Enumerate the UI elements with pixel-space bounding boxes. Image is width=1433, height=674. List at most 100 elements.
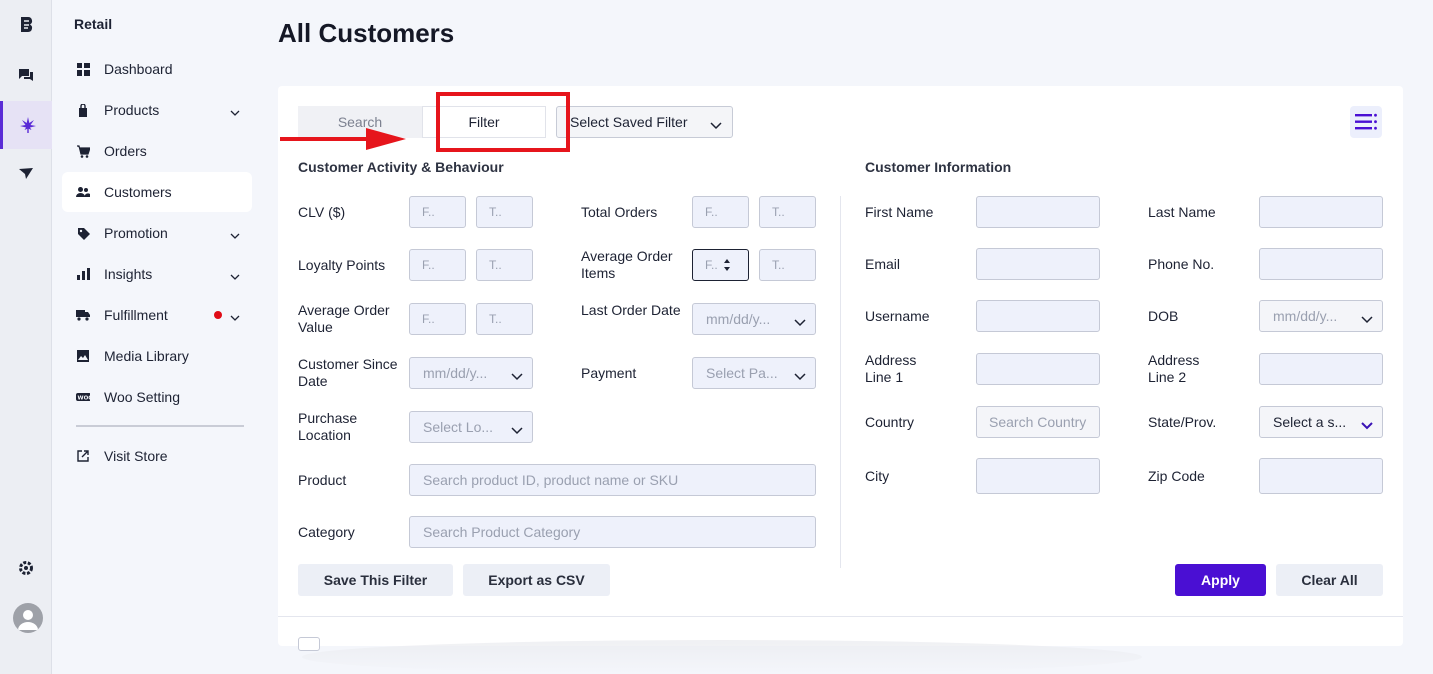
apply-button[interactable]: Apply: [1175, 564, 1266, 596]
box-icon: [76, 103, 90, 117]
avg-order-items-label: Average Order Items: [581, 248, 673, 281]
email-label: Email: [865, 256, 901, 272]
total-orders-from-input[interactable]: F..: [692, 196, 749, 228]
sidebar-item-label: Promotion: [104, 225, 168, 241]
send-icon[interactable]: [0, 150, 52, 198]
first-name-input[interactable]: [976, 196, 1100, 228]
avatar-icon[interactable]: [13, 603, 43, 633]
first-name-label: First Name: [865, 204, 934, 220]
dob-placeholder: mm/dd/y...: [1273, 308, 1338, 324]
city-input[interactable]: [976, 458, 1100, 494]
sidebar-item-label: Dashboard: [104, 61, 173, 77]
loyalty-to-input[interactable]: T..: [476, 249, 533, 281]
filter-card: Search Filter Select Saved Filter Custom…: [278, 86, 1403, 646]
sidebar-item-insights[interactable]: Insights: [62, 254, 252, 294]
chevron-down-icon: [230, 268, 240, 284]
cannabis-leaf-icon[interactable]: [0, 101, 52, 149]
sidebar-item-label: Insights: [104, 266, 153, 282]
payment-placeholder: Select Pa...: [706, 365, 778, 381]
product-search-input[interactable]: Search product ID, product name or SKU: [409, 464, 816, 496]
phone-label: Phone No.: [1148, 256, 1215, 272]
avg-items-to-input[interactable]: T..: [759, 249, 816, 281]
sidebar-item-visit-store[interactable]: Visit Store: [62, 436, 252, 476]
dob-input[interactable]: mm/dd/y...: [1259, 300, 1383, 332]
clear-all-button[interactable]: Clear All: [1276, 564, 1383, 596]
chevron-down-icon: [710, 117, 722, 133]
category-search-input[interactable]: Search Product Category: [409, 516, 816, 548]
sidebar-divider: [76, 425, 244, 427]
sidebar-item-woo-setting[interactable]: WOO Woo Setting: [62, 377, 252, 417]
sidebar-item-products[interactable]: Products: [62, 90, 252, 130]
zip-input[interactable]: [1259, 458, 1383, 494]
logo-icon[interactable]: [0, 0, 52, 48]
aov-to-input[interactable]: T..: [476, 303, 533, 335]
aov-label: Average Order Value: [298, 302, 390, 335]
highlight-box: [436, 92, 570, 152]
sidebar-item-label: Customers: [104, 184, 172, 200]
store-name: Retail: [74, 16, 113, 32]
gear-icon[interactable]: [0, 544, 52, 592]
aov-from-input[interactable]: F..: [409, 303, 466, 335]
loyalty-from-input[interactable]: F..: [409, 249, 466, 281]
sidebar-item-orders[interactable]: Orders: [62, 131, 252, 171]
sidebar-item-label: Visit Store: [104, 448, 168, 464]
tag-icon: [76, 226, 90, 240]
section-divider: [840, 196, 841, 568]
address-line1-label: Address Line 1: [865, 352, 917, 385]
sidebar-item-label: Fulfillment: [104, 307, 168, 323]
avg-items-from-placeholder: F..: [705, 258, 718, 272]
phone-input[interactable]: [1259, 248, 1383, 280]
info-section-title: Customer Information: [865, 159, 1012, 175]
column-menu-button[interactable]: [1350, 106, 1382, 138]
product-label: Product: [298, 472, 347, 488]
state-placeholder: Select a s...: [1273, 414, 1347, 430]
card-divider: [278, 616, 1403, 617]
zip-label: Zip Code: [1148, 468, 1205, 484]
avg-items-from-input[interactable]: F..: [692, 249, 749, 281]
export-csv-button[interactable]: Export as CSV: [463, 564, 610, 596]
users-icon: [76, 185, 90, 199]
svg-text:WOO: WOO: [78, 395, 91, 401]
chat-icon[interactable]: [0, 51, 52, 99]
select-all-checkbox[interactable]: [298, 637, 320, 651]
sidebar-item-media-library[interactable]: Media Library: [62, 336, 252, 376]
image-icon: [76, 349, 90, 363]
saved-filter-select[interactable]: Select Saved Filter: [556, 106, 733, 138]
customer-since-date-input[interactable]: mm/dd/y...: [409, 357, 533, 389]
total-orders-label: Total Orders: [581, 204, 658, 220]
purchase-location-select[interactable]: Select Lo...: [409, 411, 533, 443]
sidebar-item-fulfillment[interactable]: Fulfillment: [62, 295, 252, 335]
sidebar-item-dashboard[interactable]: Dashboard: [62, 49, 252, 89]
last-order-date-label: Last Order Date: [581, 302, 681, 318]
country-search-input[interactable]: Search Country: [976, 406, 1100, 438]
sidebar-item-label: Woo Setting: [104, 389, 181, 405]
address-line2-input[interactable]: [1259, 353, 1383, 385]
total-orders-to-input[interactable]: T..: [759, 196, 816, 228]
sidebar-item-customers[interactable]: Customers: [62, 172, 252, 212]
main-content: All Customers Search Filter Select Saved…: [262, 0, 1433, 674]
category-label: Category: [298, 524, 355, 540]
stepper-icon[interactable]: [723, 258, 731, 275]
save-filter-button[interactable]: Save This Filter: [298, 564, 453, 596]
customer-since-label: Customer Since Date: [298, 356, 398, 389]
woo-icon: WOO: [76, 390, 90, 404]
chevron-down-icon: [230, 309, 240, 325]
sidebar-item-promotion[interactable]: Promotion: [62, 213, 252, 253]
loyalty-label: Loyalty Points: [298, 257, 386, 273]
payment-select[interactable]: Select Pa...: [692, 357, 816, 389]
last-order-date-input[interactable]: mm/dd/y...: [692, 303, 816, 335]
notification-dot: [214, 311, 222, 319]
clv-label: CLV ($): [298, 204, 346, 220]
clv-from-input[interactable]: F..: [409, 196, 466, 228]
chevron-down-icon: [230, 104, 240, 120]
last-order-date-placeholder: mm/dd/y...: [706, 311, 771, 327]
address-line1-input[interactable]: [976, 353, 1100, 385]
dob-label: DOB: [1148, 308, 1179, 324]
username-input[interactable]: [976, 300, 1100, 332]
last-name-input[interactable]: [1259, 196, 1383, 228]
state-select[interactable]: Select a s...: [1259, 406, 1383, 438]
clv-to-input[interactable]: T..: [476, 196, 533, 228]
address-line2-label: Address Line 2: [1148, 352, 1200, 385]
email-input[interactable]: [976, 248, 1100, 280]
sidebar-item-label: Products: [104, 102, 160, 118]
